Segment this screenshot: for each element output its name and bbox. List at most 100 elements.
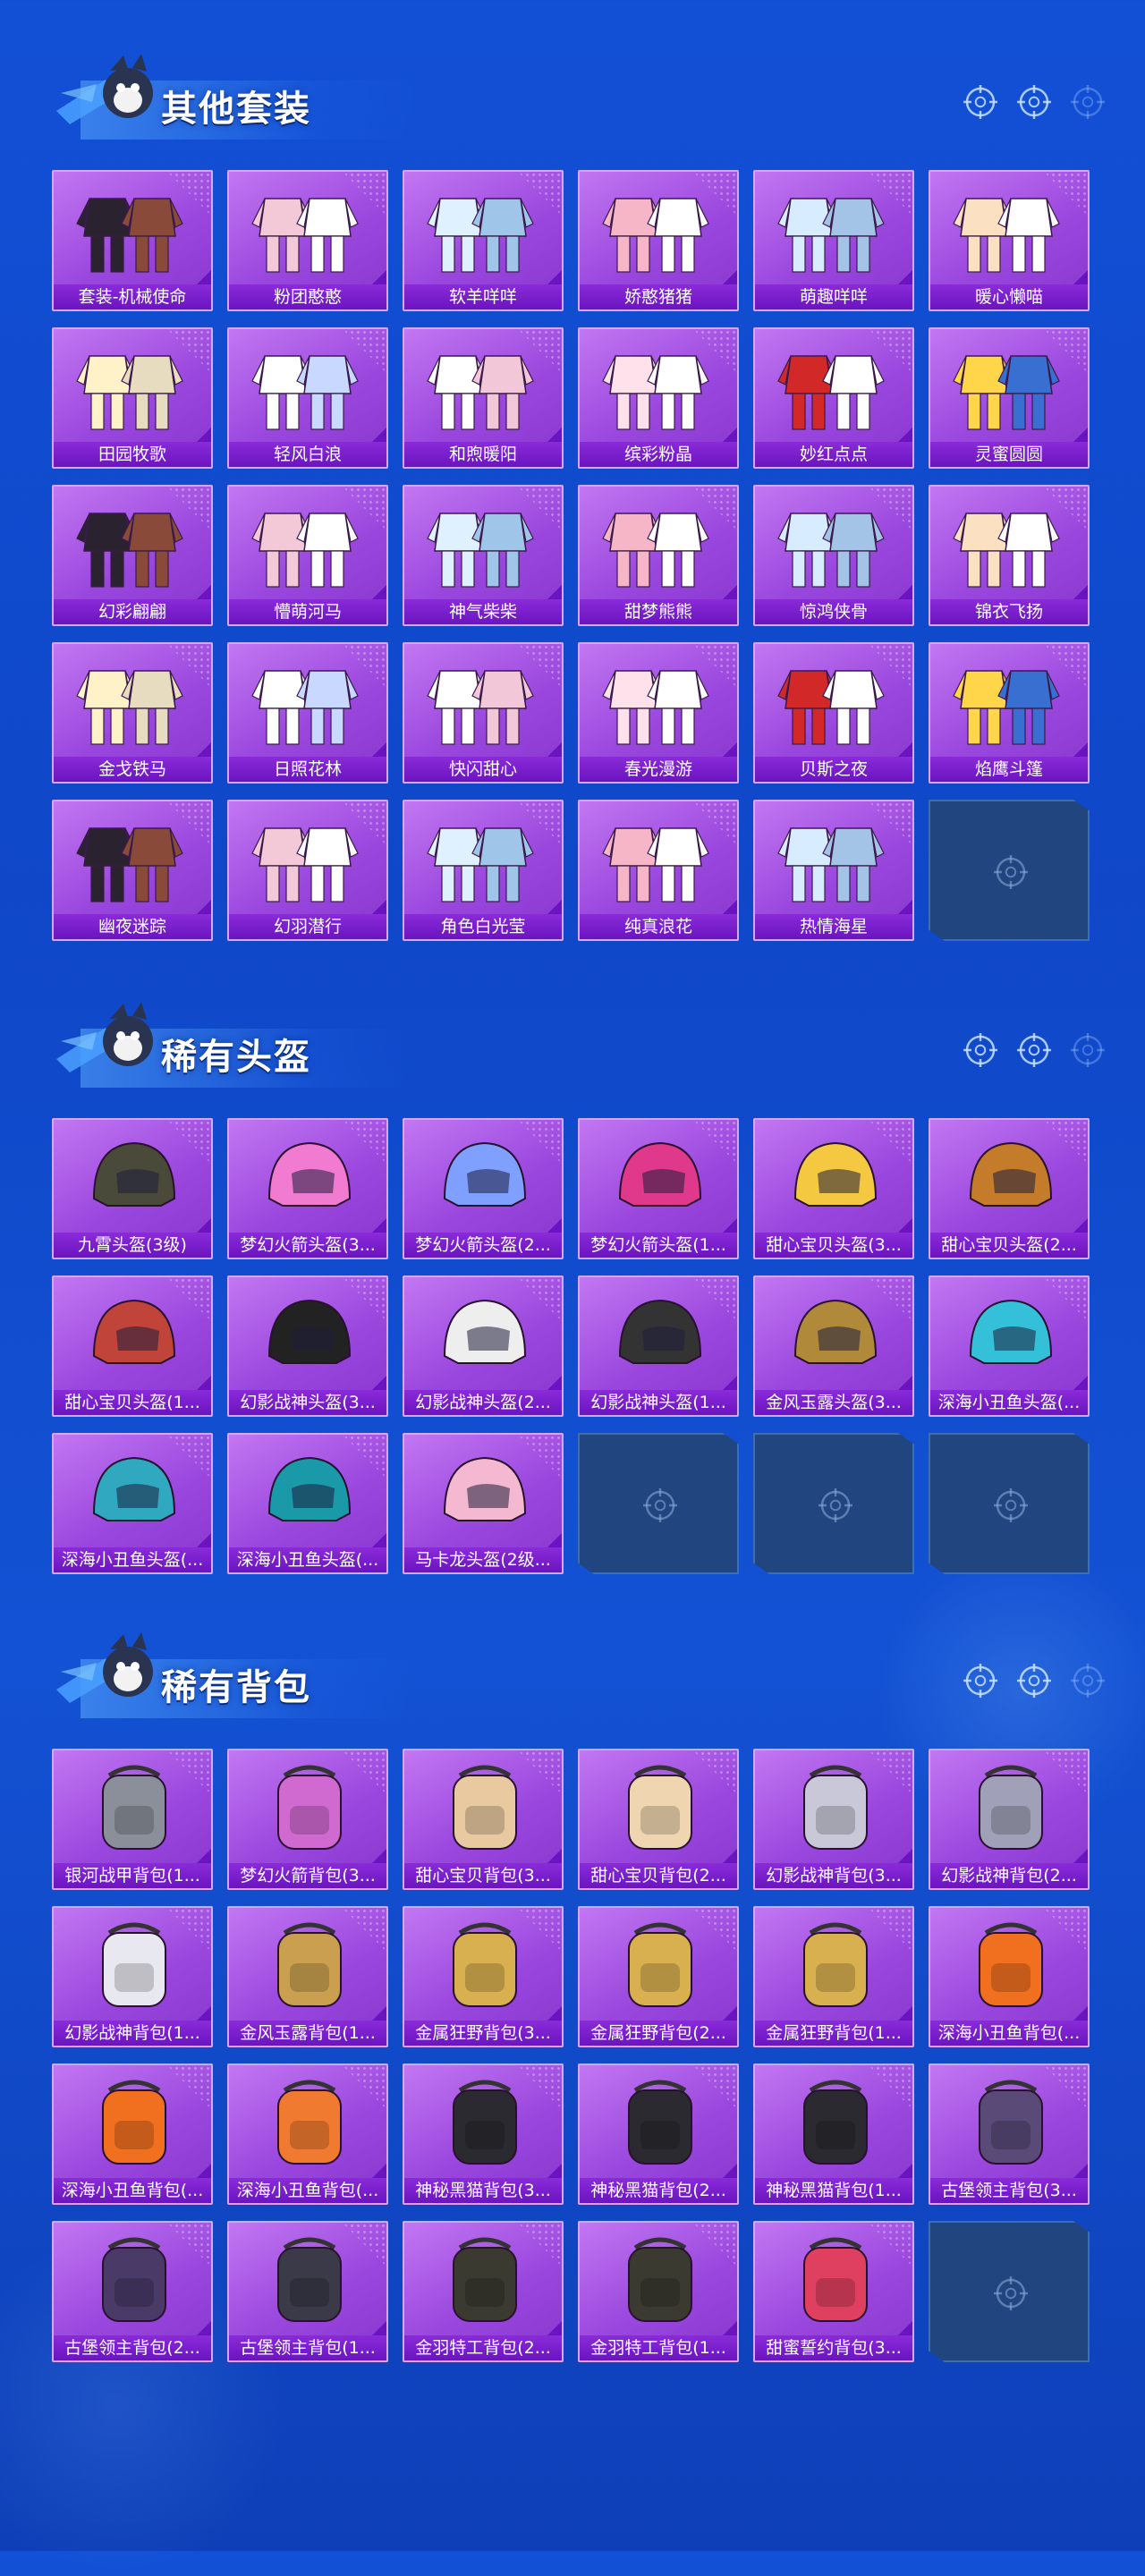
helmet-image xyxy=(618,1141,702,1207)
outfit-item-card[interactable]: 套装-机械使命 xyxy=(52,170,213,311)
helmet-image xyxy=(267,1456,352,1521)
backpack-item-card[interactable]: 幻影战神背包(1... xyxy=(52,1906,213,2047)
outfit-item-card[interactable]: 暖心懒喵 xyxy=(929,170,1090,311)
outfit-item-card[interactable]: 甜梦熊熊 xyxy=(578,485,739,626)
helmet-item-card[interactable]: 深海小丑鱼头盔(... xyxy=(227,1433,388,1574)
outfit-item-card[interactable]: 娇憨猪猪 xyxy=(578,170,739,311)
helmet-item-card[interactable]: 九霄头盔(3级) xyxy=(52,1118,213,1259)
outfit-item-card[interactable]: 贝斯之夜 xyxy=(753,642,914,784)
outfit-item-card[interactable]: 金戈铁马 xyxy=(52,642,213,784)
outfit-item-card[interactable]: 神气柴柴 xyxy=(403,485,564,626)
item-label: 幻影战神背包(1... xyxy=(54,2021,211,2046)
outfit-item-card[interactable]: 缤彩粉晶 xyxy=(578,327,739,469)
outfit-item-card[interactable]: 纯真浪花 xyxy=(578,800,739,941)
helmet-item-card[interactable]: 马卡龙头盔(2级... xyxy=(403,1433,564,1574)
outfit-item-card[interactable]: 灵蜜圆圆 xyxy=(929,327,1090,469)
backpack-item-card[interactable]: 金属狂野背包(1... xyxy=(753,1906,914,2047)
card-corner xyxy=(547,1533,562,1547)
backpack-item-card[interactable]: 幻影战神背包(2... xyxy=(929,1749,1090,1890)
outfit-item-card[interactable]: 快闪甜心 xyxy=(403,642,564,784)
section-header: 稀有头盔 xyxy=(27,993,420,1091)
helmet-item-card[interactable]: 深海小丑鱼头盔(... xyxy=(929,1275,1090,1417)
helmet-item-card[interactable]: 金风玉露头盔(3... xyxy=(753,1275,914,1417)
outfit-item-card[interactable]: 焰鹰斗篷 xyxy=(929,642,1090,784)
outfit-image xyxy=(953,513,1060,588)
backpack-item-card[interactable]: 梦幻火箭背包(3... xyxy=(227,1749,388,1890)
outfit-item-card[interactable]: 惊鸿侠骨 xyxy=(753,485,914,626)
backpack-item-card[interactable]: 古堡领主背包(2... xyxy=(52,2221,213,2362)
outfit-image xyxy=(427,513,534,588)
outfit-item-card[interactable]: 日照花林 xyxy=(227,642,388,784)
backpack-image xyxy=(628,2237,692,2322)
item-label: 深海小丑鱼头盔(... xyxy=(54,1547,211,1572)
outfit-item-card[interactable]: 轻风白浪 xyxy=(227,327,388,469)
backpack-item-card[interactable]: 古堡领主背包(3... xyxy=(929,2063,1090,2205)
backpack-item-card[interactable]: 幻影战神背包(3... xyxy=(753,1749,914,1890)
outfit-item-card[interactable]: 萌趣咩咩 xyxy=(753,170,914,311)
card-corner xyxy=(372,1533,386,1547)
outfit-item-card[interactable]: 田园牧歌 xyxy=(52,327,213,469)
backpack-item-card[interactable]: 金属狂野背包(3... xyxy=(403,1906,564,2047)
card-corner xyxy=(723,428,737,442)
backpack-item-card[interactable]: 金羽特工背包(2... xyxy=(403,2221,564,2362)
decorative-target-icons xyxy=(959,1029,1120,1073)
helmet-image xyxy=(92,1299,176,1364)
backpack-item-card[interactable]: 银河战甲背包(1... xyxy=(52,1749,213,1890)
card-corner xyxy=(1073,1849,1088,1863)
outfit-image xyxy=(76,670,183,745)
backpack-item-card[interactable]: 金属狂野背包(2... xyxy=(578,1906,739,2047)
outfit-item-card[interactable]: 幻羽潜行 xyxy=(227,800,388,941)
outfit-item-card[interactable]: 春光漫游 xyxy=(578,642,739,784)
outfit-item-card[interactable]: 懵萌河马 xyxy=(227,485,388,626)
card-corner xyxy=(547,2164,562,2178)
target-icon xyxy=(994,2276,1028,2310)
backpack-item-card[interactable]: 深海小丑鱼背包(... xyxy=(52,2063,213,2205)
helmet-item-card[interactable]: 甜心宝贝头盔(2... xyxy=(929,1118,1090,1259)
backpack-item-card[interactable]: 古堡领主背包(1... xyxy=(227,2221,388,2362)
helmet-item-card[interactable]: 甜心宝贝头盔(1... xyxy=(52,1275,213,1417)
helmet-item-card[interactable]: 甜心宝贝头盔(3... xyxy=(753,1118,914,1259)
helmet-item-card[interactable]: 幻影战神头盔(1... xyxy=(578,1275,739,1417)
outfit-item-card[interactable]: 妙红点点 xyxy=(753,327,914,469)
helmet-item-card[interactable]: 幻影战神头盔(3... xyxy=(227,1275,388,1417)
card-corner xyxy=(372,2321,386,2335)
helmet-item-card[interactable]: 梦幻火箭头盔(3... xyxy=(227,1118,388,1259)
helmet-item-card[interactable]: 梦幻火箭头盔(1... xyxy=(578,1118,739,1259)
backpack-item-card[interactable]: 神秘黑猫背包(3... xyxy=(403,2063,564,2205)
item-label: 幻影战神头盔(3... xyxy=(229,1390,386,1415)
item-label: 暖心懒喵 xyxy=(930,284,1088,309)
item-label: 妙红点点 xyxy=(755,442,912,467)
backpack-image xyxy=(979,1765,1043,1850)
backpack-image xyxy=(803,1922,868,2007)
backpack-image xyxy=(628,1765,692,1850)
helmet-item-card[interactable]: 梦幻火箭头盔(2... xyxy=(403,1118,564,1259)
outfit-item-card[interactable]: 和煦暖阳 xyxy=(403,327,564,469)
outfit-item-card[interactable]: 角色白光莹 xyxy=(403,800,564,941)
item-label: 金属狂野背包(3... xyxy=(404,2021,562,2046)
backpack-item-card[interactable]: 金风玉露背包(1... xyxy=(227,1906,388,2047)
empty-slot xyxy=(929,1433,1090,1574)
outfit-item-card[interactable]: 热情海星 xyxy=(753,800,914,941)
helmet-item-card[interactable]: 幻影战神头盔(2... xyxy=(403,1275,564,1417)
helmet-image xyxy=(92,1141,176,1207)
card-corner xyxy=(898,428,912,442)
outfit-item-card[interactable]: 锦衣飞扬 xyxy=(929,485,1090,626)
outfit-image xyxy=(76,513,183,588)
backpack-item-card[interactable]: 金羽特工背包(1... xyxy=(578,2221,739,2362)
outfit-item-card[interactable]: 幽夜迷踪 xyxy=(52,800,213,941)
helmet-image xyxy=(793,1299,878,1364)
card-corner xyxy=(898,900,912,914)
item-label: 甜心宝贝头盔(2... xyxy=(930,1233,1088,1258)
outfit-item-card[interactable]: 幻彩翩翩 xyxy=(52,485,213,626)
helmet-item-card[interactable]: 深海小丑鱼头盔(... xyxy=(52,1433,213,1574)
backpack-item-card[interactable]: 甜心宝贝背包(2... xyxy=(578,1749,739,1890)
backpack-image xyxy=(803,2080,868,2165)
backpack-item-card[interactable]: 甜蜜誓约背包(3... xyxy=(753,2221,914,2362)
backpack-item-card[interactable]: 深海小丑鱼背包(... xyxy=(929,1906,1090,2047)
outfit-item-card[interactable]: 粉团憨憨 xyxy=(227,170,388,311)
backpack-item-card[interactable]: 甜心宝贝背包(3... xyxy=(403,1749,564,1890)
backpack-item-card[interactable]: 神秘黑猫背包(1... xyxy=(753,2063,914,2205)
backpack-item-card[interactable]: 深海小丑鱼背包(... xyxy=(227,2063,388,2205)
backpack-item-card[interactable]: 神秘黑猫背包(2... xyxy=(578,2063,739,2205)
outfit-item-card[interactable]: 软羊咩咩 xyxy=(403,170,564,311)
